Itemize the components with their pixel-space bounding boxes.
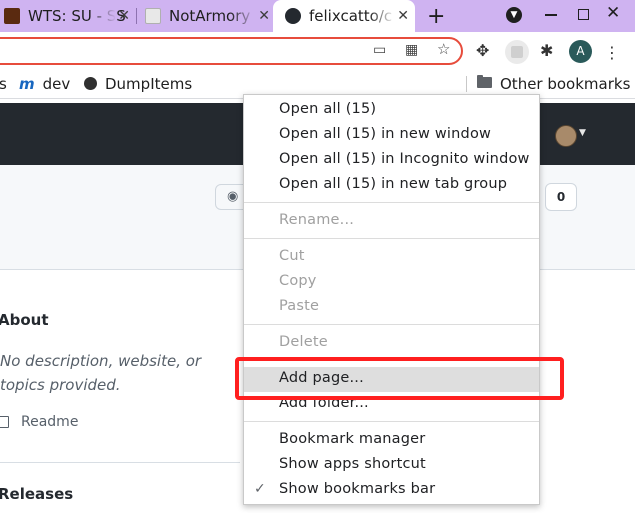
menu-item-label: Open all (15) bbox=[279, 101, 377, 117]
menu-item-open-all[interactable]: Open all (15) bbox=[244, 98, 539, 123]
menu-separator bbox=[244, 324, 539, 325]
m-icon: m bbox=[19, 75, 35, 93]
menu-item-show-apps-shortcut[interactable]: Show apps shortcut bbox=[244, 453, 539, 478]
menu-separator bbox=[244, 421, 539, 422]
about-description: No description, website, or topics provi… bbox=[0, 352, 202, 394]
window-close-icon[interactable]: ✕ bbox=[606, 3, 620, 23]
menu-item-open-all-incognito[interactable]: Open all (15) in Incognito window bbox=[244, 148, 539, 173]
readme-label: Readme bbox=[21, 414, 79, 430]
menu-item-label: Open all (15) in new window bbox=[279, 126, 492, 142]
menu-item-label: Paste bbox=[279, 298, 320, 314]
menu-item-label: Copy bbox=[279, 273, 317, 289]
eye-icon: ◉ bbox=[227, 189, 239, 204]
bookmark-context-menu: Open all (15) Open all (15) in new windo… bbox=[243, 94, 540, 505]
menu-item-label: Open all (15) in Incognito window bbox=[279, 151, 530, 167]
tab-divider bbox=[136, 8, 137, 24]
bookmark-dumpitems[interactable]: DumpItems bbox=[84, 75, 192, 93]
cast-icon[interactable]: ▭ bbox=[373, 42, 386, 58]
tab-fade bbox=[369, 0, 395, 32]
menu-item-label: Open all (15) in new tab group bbox=[279, 176, 508, 192]
bookmark-label: DumpItems bbox=[105, 75, 193, 93]
close-icon[interactable]: ✕ bbox=[118, 8, 130, 24]
menu-item-bookmark-manager[interactable]: Bookmark manager bbox=[244, 428, 539, 453]
menu-item-label: Bookmark manager bbox=[279, 431, 426, 447]
address-bar[interactable] bbox=[0, 37, 463, 65]
menu-item-label: Show bookmarks bar bbox=[279, 481, 436, 497]
menu-item-copy: Copy bbox=[244, 270, 539, 295]
bookmark-star-icon[interactable]: ☆ bbox=[437, 40, 450, 58]
menu-item-cut: Cut bbox=[244, 245, 539, 270]
menu-item-label: Show apps shortcut bbox=[279, 456, 426, 472]
menu-item-label: Cut bbox=[279, 248, 305, 264]
github-icon bbox=[285, 8, 301, 24]
checkmark-icon: ✓ bbox=[254, 481, 266, 497]
extensions-puzzle-icon[interactable]: ✱ bbox=[540, 41, 553, 60]
readme-link[interactable]: Readme bbox=[0, 414, 78, 430]
annotation-highlight-box bbox=[235, 357, 564, 400]
move-icon[interactable]: ✥ bbox=[476, 41, 489, 60]
menu-item-paste: Paste bbox=[244, 295, 539, 320]
menu-separator bbox=[244, 238, 539, 239]
minimize-icon[interactable] bbox=[545, 14, 557, 16]
close-icon[interactable]: ✕ bbox=[397, 8, 409, 24]
bookmark-label: dev bbox=[42, 75, 71, 93]
tab-strip: WTS: SU - SS ✕ NotArmory ✕ felixcatto/c … bbox=[0, 0, 635, 32]
wts-favicon-icon bbox=[4, 8, 20, 24]
tab-github[interactable]: felixcatto/c ✕ bbox=[273, 0, 415, 32]
menu-item-show-bookmarks-bar[interactable]: ✓ Show bookmarks bar bbox=[244, 478, 539, 503]
chevron-down-icon[interactable]: ▼ bbox=[579, 128, 586, 138]
menu-item-delete: Delete bbox=[244, 331, 539, 356]
user-avatar[interactable] bbox=[555, 125, 577, 147]
menu-item-rename: Rename... bbox=[244, 209, 539, 234]
book-icon bbox=[0, 416, 9, 428]
menu-separator bbox=[244, 202, 539, 203]
section-divider bbox=[0, 462, 240, 463]
maximize-icon[interactable] bbox=[578, 9, 589, 20]
menu-item-open-all-new-window[interactable]: Open all (15) in new window bbox=[244, 123, 539, 148]
tab-notarmory[interactable]: NotArmory ✕ bbox=[139, 0, 276, 32]
menu-item-label: Rename... bbox=[279, 212, 355, 228]
new-tab-icon[interactable]: + bbox=[427, 4, 445, 29]
extension-icon bbox=[511, 46, 523, 58]
globe-icon bbox=[84, 77, 97, 90]
about-heading: About bbox=[0, 311, 49, 329]
menu-item-open-all-tab-group[interactable]: Open all (15) in new tab group bbox=[244, 173, 539, 198]
bookmark-item[interactable]: s bbox=[0, 75, 7, 93]
releases-heading: Releases bbox=[0, 485, 74, 503]
bookmark-dev[interactable]: m dev bbox=[19, 75, 70, 93]
menu-item-label: Delete bbox=[279, 334, 328, 350]
toolbar: ▭ ▦ ☆ ✥ ✱ bbox=[0, 32, 635, 70]
folder-icon bbox=[477, 75, 492, 88]
menu-kebab-icon[interactable]: ⋮ bbox=[604, 43, 620, 62]
star-count-button[interactable]: 0 bbox=[545, 183, 577, 211]
close-icon[interactable]: ✕ bbox=[258, 8, 270, 24]
tab-wts[interactable]: WTS: SU - SS ✕ bbox=[0, 0, 136, 32]
tab-search-icon[interactable]: ▼ bbox=[506, 7, 522, 23]
profile-avatar[interactable]: A bbox=[569, 40, 592, 63]
notarmory-favicon-icon bbox=[145, 8, 161, 24]
bookmarks-divider bbox=[466, 76, 467, 92]
other-bookmarks[interactable]: Other bookmarks bbox=[500, 75, 630, 93]
tab-fade bbox=[230, 0, 256, 32]
qr-code-icon[interactable]: ▦ bbox=[405, 42, 418, 58]
tab-fade bbox=[90, 0, 116, 32]
